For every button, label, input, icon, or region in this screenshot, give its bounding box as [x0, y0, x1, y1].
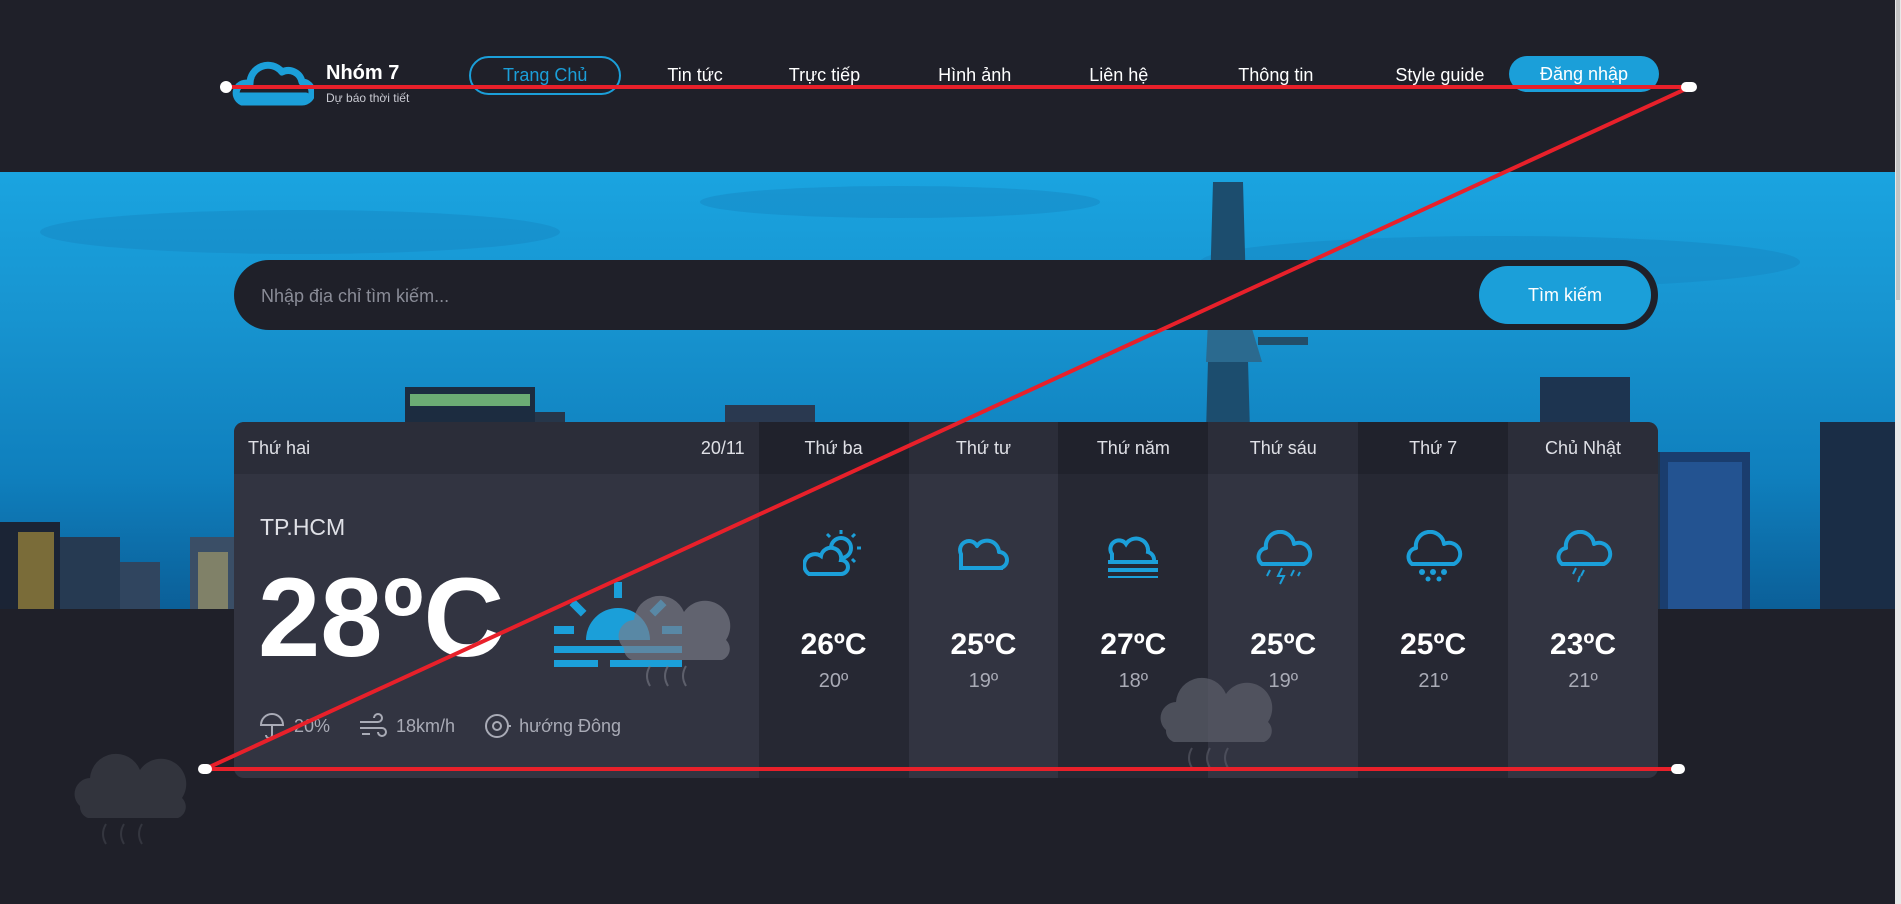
vertical-scrollbar[interactable] [1895, 0, 1901, 904]
scrollbar-thumb[interactable] [1896, 0, 1900, 300]
annotation-overlay [198, 81, 1697, 774]
